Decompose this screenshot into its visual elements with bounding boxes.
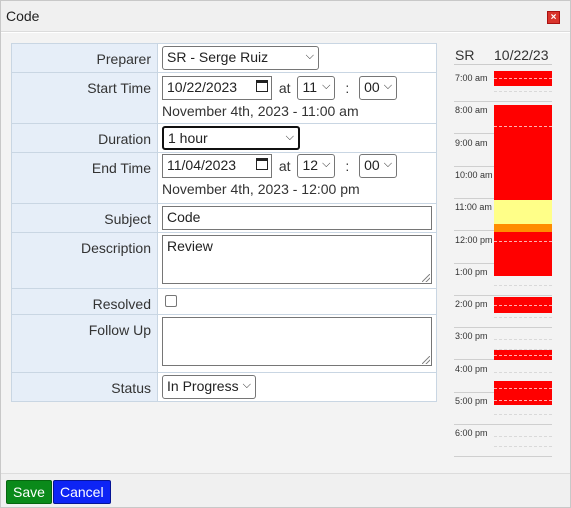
appointment-block[interactable] (494, 395, 552, 406)
hour-label: 3:00 pm (455, 331, 488, 342)
description-textarea[interactable]: Review (162, 235, 432, 284)
hour-label: 11:00 am (455, 202, 492, 213)
chevron-down-icon: ⌵ (322, 158, 331, 170)
appointment-form: Preparer SR - Serge Ruiz ⌵ Start Time 10… (11, 43, 437, 402)
resolved-checkbox[interactable] (165, 295, 177, 307)
hour-line (454, 456, 552, 458)
block-divider (494, 355, 552, 357)
hour-label: 6:00 pm (455, 428, 488, 439)
preparer-label: Preparer (96, 51, 151, 67)
appointment-block[interactable] (494, 350, 552, 361)
quarter-line (494, 284, 552, 286)
end-at-label: at (278, 158, 291, 174)
quarter-line (494, 371, 552, 373)
chevron-down-icon: ⌵ (383, 158, 393, 170)
status-select[interactable]: In Progress ⌵ (162, 375, 256, 399)
calendar-icon[interactable] (256, 158, 268, 170)
schedule-header: SR 10/22/23 (454, 43, 552, 65)
chevron-down-icon: ⌵ (242, 379, 251, 391)
start-time-label: Start Time (87, 80, 151, 96)
start-minute-select[interactable]: 00 ⌵ (359, 76, 398, 100)
dialog-footer: Save Cancel (1, 473, 570, 507)
block-divider (494, 400, 552, 402)
end-time-label: End Time (91, 160, 151, 176)
quarter-line (494, 91, 552, 92)
description-label: Description (80, 240, 151, 256)
start-time-text: November 4th, 2023 - 11:00 am (162, 103, 359, 119)
dialog-content: Preparer SR - Serge Ruiz ⌵ Start Time 10… (1, 33, 570, 473)
hour-line (454, 294, 552, 296)
hour-label: 5:00 pm (455, 396, 488, 406)
appointment-block[interactable] (494, 232, 552, 249)
hour-label: 9:00 am (455, 137, 488, 148)
end-time-text: November 4th, 2023 - 12:00 pm (162, 181, 360, 197)
duration-select[interactable]: 1 hour ⌵ (162, 126, 300, 150)
subject-input[interactable]: Code (162, 206, 432, 230)
follow-up-label: Follow Up (88, 322, 151, 338)
hour-label: 12:00 pm (455, 234, 493, 245)
save-button[interactable]: Save (6, 480, 52, 504)
resize-grip-icon[interactable] (422, 274, 430, 282)
hour-label: 1:00 pm (455, 266, 488, 277)
subject-label: Subject (104, 211, 151, 227)
chevron-down-icon: ⌵ (285, 131, 294, 143)
cancel-button[interactable]: Cancel (53, 480, 111, 504)
chevron-down-icon: ⌵ (383, 80, 393, 92)
block-divider (494, 240, 552, 242)
duration-label: Duration (98, 131, 151, 147)
quarter-line (494, 339, 552, 341)
end-hour-select[interactable]: 12 ⌵ (297, 154, 336, 178)
title-bar: Code × (1, 1, 570, 32)
resolved-label: Resolved (92, 296, 151, 312)
appointment-block[interactable] (494, 381, 552, 396)
hour-label: 8:00 am (455, 105, 488, 116)
start-hour-select[interactable]: 11 ⌵ (297, 76, 336, 100)
window-title: Code (6, 8, 40, 24)
end-date-input[interactable]: 11/04/2023 (162, 154, 272, 178)
status-label: Status (111, 380, 151, 396)
block-divider (494, 388, 552, 390)
follow-up-textarea[interactable] (162, 317, 432, 366)
resize-grip-icon[interactable] (422, 356, 430, 364)
block-divider (494, 305, 552, 307)
block-divider (494, 78, 552, 80)
calendar-icon[interactable] (256, 80, 268, 92)
appointment-block[interactable] (494, 71, 552, 86)
hour-label: 4:00 pm (455, 363, 488, 374)
hour-label: 7:00 am (455, 73, 488, 83)
schedule-panel: SR 10/22/23 7:00 am 8:00 am 9:00 am 10:00 a… (454, 43, 552, 463)
dialog-window: Code × Preparer SR - Serge Ruiz ⌵ Start … (0, 0, 571, 508)
start-date-input[interactable]: 10/22/2023 (162, 76, 272, 100)
start-time-separator: : (345, 80, 350, 96)
close-icon[interactable]: × (547, 11, 560, 24)
end-time-separator: : (345, 158, 350, 174)
schedule-initials: SR (455, 47, 475, 63)
block-divider (494, 125, 552, 127)
schedule-date: 10/22/23 (494, 47, 549, 63)
end-minute-select[interactable]: 00 ⌵ (359, 154, 398, 178)
quarter-line (494, 317, 552, 319)
preparer-select[interactable]: SR - Serge Ruiz ⌵ (162, 46, 319, 70)
hour-line (454, 101, 552, 102)
quarter-line (494, 414, 552, 415)
hour-line (454, 424, 552, 425)
hour-label: 10:00 am (455, 169, 493, 180)
chevron-down-icon: ⌵ (305, 50, 314, 62)
hour-label: 2:00 pm (455, 299, 488, 310)
appointment-block[interactable] (494, 224, 552, 233)
quarter-line (494, 436, 552, 438)
appointment-block[interactable] (494, 297, 552, 314)
hour-line (454, 327, 552, 329)
chevron-down-icon: ⌵ (322, 80, 331, 92)
start-at-label: at (278, 80, 291, 96)
quarter-line (494, 446, 552, 448)
